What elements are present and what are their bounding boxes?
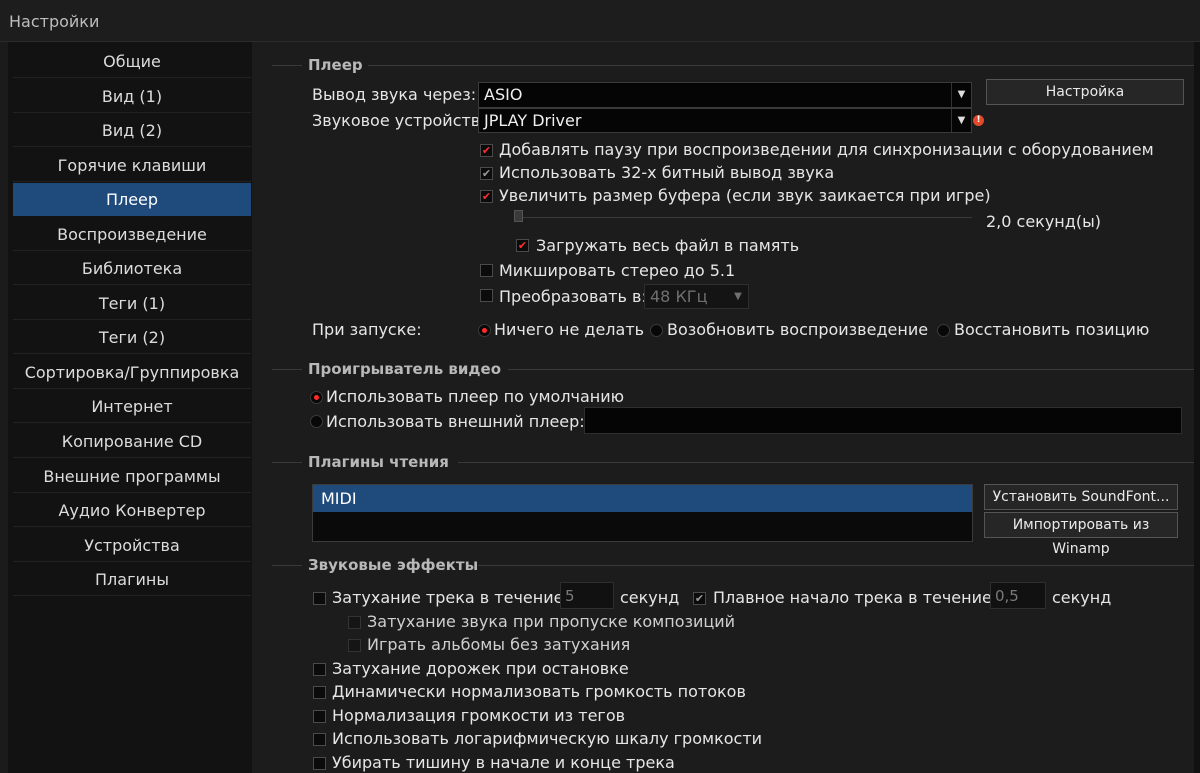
chevron-down-icon[interactable]: ▼	[951, 109, 971, 132]
external-player-input[interactable]	[584, 407, 1182, 434]
content-scrollbar[interactable]	[1194, 42, 1200, 773]
video-external-label: Использовать внешний плеер:	[326, 412, 585, 431]
output-value: ASIO	[484, 85, 523, 104]
fade-track-input[interactable]: 5	[560, 582, 614, 609]
install-soundfont-button[interactable]: Установить SoundFont...	[984, 484, 1178, 510]
convert-rate-combo[interactable]: 48 КГц ▼	[644, 284, 749, 309]
smooth-start-input[interactable]: 0,5	[990, 582, 1046, 609]
startup-radio-restore[interactable]	[937, 324, 950, 337]
play-albums-checkbox[interactable]	[348, 639, 361, 652]
sidebar-item-tags-2[interactable]: Теги (2)	[13, 321, 251, 354]
sidebar-item-player[interactable]: Плеер	[13, 183, 251, 216]
sidebar-item-plugins[interactable]: Плагины	[13, 563, 251, 596]
video-radio-default[interactable]	[310, 391, 323, 404]
startup-label: При запуске:	[312, 320, 422, 339]
sidebar-item-view-1[interactable]: Вид (1)	[13, 80, 251, 113]
fade-stop-checkbox[interactable]	[313, 663, 326, 676]
normalize-tags-checkbox[interactable]	[313, 710, 326, 723]
pause-checkbox[interactable]: ✔	[480, 144, 493, 157]
bit32-checkbox[interactable]: ✔	[480, 167, 493, 180]
section-title-video: Проигрыватель видео	[308, 360, 502, 378]
startup-radio-nothing[interactable]	[478, 324, 491, 337]
sidebar-item-sorting[interactable]: Сортировка/Группировка	[13, 356, 251, 389]
sidebar-item-devices[interactable]: Устройства	[13, 529, 251, 562]
convert-checkbox[interactable]	[480, 289, 493, 302]
buffer-slider-thumb[interactable]	[514, 210, 523, 222]
section-divider	[272, 565, 302, 566]
import-winamp-button[interactable]: Импортировать из Winamp	[984, 512, 1178, 557]
section-divider	[368, 65, 1194, 66]
section-divider	[272, 369, 302, 370]
title-bar: Настройки	[0, 0, 1200, 42]
chevron-down-icon[interactable]: ▼	[951, 83, 971, 107]
remove-silence-label: Убирать тишину в начале и конце трека	[332, 753, 675, 772]
chevron-down-icon[interactable]: ▼	[728, 285, 748, 308]
play-albums-label: Играть альбомы без затухания	[367, 635, 631, 654]
bit32-label: Использовать 32-х битный вывод звука	[499, 163, 835, 182]
convert-label: Преобразовать в:	[499, 287, 647, 306]
startup-option-label: Ничего не делать	[494, 320, 645, 339]
window-title: Настройки	[9, 12, 100, 31]
sidebar-item-hotkeys[interactable]: Горячие клавиши	[13, 149, 251, 182]
section-divider	[458, 462, 1194, 463]
output-settings-button[interactable]: Настройка	[986, 79, 1184, 105]
section-divider	[508, 369, 1194, 370]
load-file-label: Загружать весь файл в память	[536, 236, 800, 255]
section-divider	[272, 65, 302, 66]
mix-checkbox[interactable]	[480, 264, 493, 277]
sidebar-item-general[interactable]: Общие	[13, 45, 251, 78]
normalize-tags-label: Нормализация громкости из тегов	[332, 706, 626, 725]
device-value: JPLAY Driver	[484, 111, 582, 130]
buffer-checkbox[interactable]: ✔	[480, 190, 493, 203]
convert-rate-value: 48 КГц	[650, 287, 708, 306]
startup-option-label: Возобновить воспроизведение	[667, 320, 929, 339]
sidebar-item-library[interactable]: Библиотека	[13, 252, 251, 285]
fade-stop-label: Затухание дорожек при остановке	[332, 659, 629, 678]
sidebar-item-converter[interactable]: Аудио Конвертер	[13, 494, 251, 527]
output-combo[interactable]: ASIO ▼	[478, 82, 972, 108]
log-scale-checkbox[interactable]	[313, 733, 326, 746]
section-title-player: Плеер	[308, 56, 363, 74]
section-divider	[478, 565, 1194, 566]
buffer-label: Увеличить размер буфера (если звук заика…	[499, 186, 991, 205]
startup-option-label: Восстановить позицию	[954, 320, 1150, 339]
warning-icon: !	[973, 115, 984, 126]
sidebar-item-tags-1[interactable]: Теги (1)	[13, 287, 251, 320]
fade-skip-checkbox[interactable]	[348, 616, 361, 629]
buffer-value: 2,0 секунд(ы)	[986, 212, 1101, 231]
list-item[interactable]: MIDI	[313, 485, 972, 512]
buffer-slider-track[interactable]	[514, 217, 972, 218]
output-label: Вывод звука через:	[312, 85, 477, 104]
plugins-list[interactable]: MIDI	[312, 484, 973, 542]
video-default-label: Использовать плеер по умолчанию	[326, 387, 625, 406]
load-file-checkbox[interactable]: ✔	[516, 239, 529, 252]
fade-track-label: Затухание трека в течение:	[332, 588, 569, 607]
device-label: Звуковое устройство:	[312, 111, 478, 130]
fade-track-checkbox[interactable]	[313, 592, 326, 605]
sidebar-item-external[interactable]: Внешние программы	[13, 460, 251, 493]
normalize-dynamic-label: Динамически нормализовать громкость пото…	[332, 682, 746, 701]
section-title-plugins: Плагины чтения	[308, 453, 449, 471]
video-radio-external[interactable]	[310, 415, 323, 428]
sidebar-item-view-2[interactable]: Вид (2)	[13, 114, 251, 147]
normalize-dynamic-checkbox[interactable]	[313, 686, 326, 699]
sidebar-item-internet[interactable]: Интернет	[13, 390, 251, 423]
remove-silence-checkbox[interactable]	[313, 757, 326, 770]
sidebar-item-playback[interactable]: Воспроизведение	[13, 218, 251, 251]
mix-label: Микшировать стерео до 5.1	[499, 261, 736, 280]
fade-track-unit: секунд	[620, 588, 680, 607]
device-combo[interactable]: JPLAY Driver ▼	[478, 108, 972, 133]
smooth-start-label: Плавное начало трека в течение:	[713, 588, 998, 607]
sidebar-item-cd-rip[interactable]: Копирование CD	[13, 425, 251, 458]
smooth-start-unit: секунд	[1052, 588, 1112, 607]
settings-content: Плеер Вывод звука через: ASIO ▼ Настройк…	[252, 42, 1200, 773]
pause-label: Добавлять паузу при воспроизведении для …	[499, 140, 1154, 159]
fade-skip-label: Затухание звука при пропуске композиций	[367, 612, 736, 631]
startup-radio-resume[interactable]	[650, 324, 663, 337]
section-divider	[272, 462, 302, 463]
smooth-start-checkbox[interactable]: ✔	[693, 592, 706, 605]
log-scale-label: Использовать логарифмическую шкалу громк…	[332, 729, 763, 748]
section-title-effects: Звуковые эффекты	[308, 556, 479, 574]
settings-sidebar: Общие Вид (1) Вид (2) Горячие клавиши Пл…	[8, 42, 252, 773]
